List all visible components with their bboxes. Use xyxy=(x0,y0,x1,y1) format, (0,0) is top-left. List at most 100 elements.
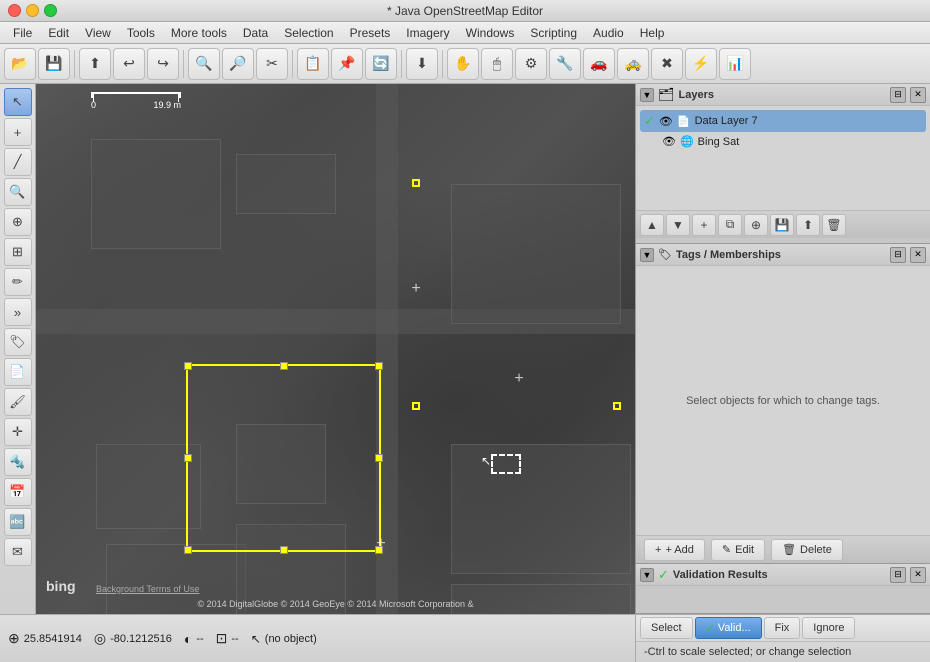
menu-item-help[interactable]: Help xyxy=(632,24,673,42)
delete-button[interactable]: ✖ xyxy=(651,48,683,80)
redo-button[interactable]: ↪ xyxy=(147,48,179,80)
undo-button[interactable]: ↩ xyxy=(113,48,145,80)
chart-button[interactable]: 📊 xyxy=(719,48,751,80)
layers-save-btn[interactable]: 💾 xyxy=(770,214,794,236)
open-file-button[interactable]: 📂 xyxy=(4,48,36,80)
menu-item-file[interactable]: File xyxy=(5,24,40,42)
tags-collapse-btn[interactable]: ▼ xyxy=(640,248,654,262)
checkmark-tab-icon: ✓ xyxy=(706,622,715,635)
layers-detach-btn[interactable]: ⊟ xyxy=(890,87,906,103)
status-heading: ◐ -- xyxy=(184,631,204,647)
status-tab-fix[interactable]: Fix xyxy=(764,617,801,639)
save-button[interactable]: 💾 xyxy=(38,48,70,80)
layers-add-btn[interactable]: + xyxy=(692,214,716,236)
parallel-tool[interactable]: ⊞ xyxy=(4,238,32,266)
layers-merge-btn[interactable]: ⊕ xyxy=(744,214,768,236)
layers-delete-btn[interactable]: 🗑 xyxy=(822,214,846,236)
menu-item-imagery[interactable]: Imagery xyxy=(398,24,457,42)
road-node[interactable] xyxy=(613,402,621,410)
menu-item-data[interactable]: Data xyxy=(235,24,276,42)
select-tool-button[interactable]: 🖱 xyxy=(481,48,513,80)
road-node[interactable] xyxy=(412,402,420,410)
selection-node[interactable] xyxy=(375,362,383,370)
status-lon: ◎ -80.1212516 xyxy=(94,630,172,647)
map-area[interactable]: 0 19.9 m + + + xyxy=(36,84,635,614)
menu-item-scripting[interactable]: Scripting xyxy=(522,24,585,42)
layer-item-bing[interactable]: 👁 🌐 Bing Sat xyxy=(640,132,926,151)
layer-item-data[interactable]: ✓ 👁 📄 Data Layer 7 xyxy=(640,110,926,132)
move-tool[interactable]: ✛ xyxy=(4,418,32,446)
close-button[interactable] xyxy=(8,4,21,17)
edit-icon: ✎ xyxy=(722,543,731,556)
conflict-button[interactable]: ⚡ xyxy=(685,48,717,80)
selection-node[interactable] xyxy=(184,546,192,554)
validation-detach-btn[interactable]: ⊟ xyxy=(890,567,906,583)
minimize-button[interactable] xyxy=(26,4,39,17)
download-button[interactable]: ⬇ xyxy=(406,48,438,80)
selection-node[interactable] xyxy=(280,362,288,370)
layer-active-icon: ✓ xyxy=(644,113,655,129)
menu-item-more-tools[interactable]: More tools xyxy=(163,24,235,42)
refresh-button[interactable]: 🔄 xyxy=(365,48,397,80)
menu-item-windows[interactable]: Windows xyxy=(458,24,523,42)
select3-button[interactable]: 🔧 xyxy=(549,48,581,80)
select-tool[interactable]: ↖ xyxy=(4,88,32,116)
layer-type-icon: 🌐 xyxy=(680,135,694,148)
properties-tool[interactable]: 📄 xyxy=(4,358,32,386)
cut-button[interactable]: ✂ xyxy=(256,48,288,80)
selection-node[interactable] xyxy=(375,454,383,462)
way-tool-button[interactable]: 🚕 xyxy=(617,48,649,80)
menu-item-selection[interactable]: Selection xyxy=(276,24,341,42)
zoom-tool[interactable]: 🔍 xyxy=(4,178,32,206)
selection-node[interactable] xyxy=(184,454,192,462)
traffic-lights xyxy=(8,4,57,17)
tag-editor-tool[interactable]: 🏷 xyxy=(4,328,32,356)
zoom-to-selection-button[interactable]: 🔎 xyxy=(222,48,254,80)
tags-close-btn[interactable]: ✕ xyxy=(910,247,926,263)
node-tool-button[interactable]: 🚗 xyxy=(583,48,615,80)
crosshair: + xyxy=(514,370,523,388)
validation-close-btn[interactable]: ✕ xyxy=(910,567,926,583)
layers-collapse-btn[interactable]: ▼ xyxy=(640,88,654,102)
tags-add-btn[interactable]: + + Add xyxy=(644,539,705,561)
layers-duplicate-btn[interactable]: ⧉ xyxy=(718,214,742,236)
add-node-tool[interactable]: + xyxy=(4,118,32,146)
menu-item-edit[interactable]: Edit xyxy=(40,24,77,42)
validation-collapse-btn[interactable]: ▼ xyxy=(640,568,654,582)
select2-button[interactable]: ⚙ xyxy=(515,48,547,80)
edit-tool[interactable]: ✏ xyxy=(4,268,32,296)
tags-edit-btn[interactable]: ✎ Edit xyxy=(711,539,765,561)
layers-move-down-btn[interactable]: ▼ xyxy=(666,214,690,236)
paint-tool[interactable]: 🖌 xyxy=(4,388,32,416)
status-tab-ignore[interactable]: Ignore xyxy=(802,617,855,639)
status-tab-select[interactable]: Select xyxy=(640,617,693,639)
mail-tool[interactable]: ✉ xyxy=(4,538,32,566)
layers-move-up-btn[interactable]: ▲ xyxy=(640,214,664,236)
tags-detach-btn[interactable]: ⊟ xyxy=(890,247,906,263)
upload-button[interactable]: ⬆ xyxy=(79,48,111,80)
paste-button[interactable]: 📌 xyxy=(331,48,363,80)
layers-close-btn[interactable]: ✕ xyxy=(910,87,926,103)
selection-node[interactable] xyxy=(184,362,192,370)
selection-node[interactable] xyxy=(280,546,288,554)
tools2[interactable]: 🔩 xyxy=(4,448,32,476)
layers-upload-btn[interactable]: ⬆ xyxy=(796,214,820,236)
maximize-button[interactable] xyxy=(44,4,57,17)
menu-item-audio[interactable]: Audio xyxy=(585,24,632,42)
map-terms-link[interactable]: Background Terms of Use xyxy=(96,584,199,594)
search-tool[interactable]: ⊕ xyxy=(4,208,32,236)
zoom-to-layer-button[interactable]: 🔍 xyxy=(188,48,220,80)
road-node[interactable] xyxy=(412,179,420,187)
move-tool-button[interactable]: ✋ xyxy=(447,48,479,80)
copy-button[interactable]: 📋 xyxy=(297,48,329,80)
filter-tool[interactable]: 🔤 xyxy=(4,508,32,536)
menu-item-view[interactable]: View xyxy=(77,24,119,42)
menu-item-presets[interactable]: Presets xyxy=(342,24,399,42)
drag-selection xyxy=(491,454,521,474)
menu-item-tools[interactable]: Tools xyxy=(119,24,163,42)
calendar-tool[interactable]: 📅 xyxy=(4,478,32,506)
tags-delete-btn[interactable]: 🗑 Delete xyxy=(771,539,843,561)
more-tools[interactable]: » xyxy=(4,298,32,326)
status-tab-valid[interactable]: ✓ Valid... xyxy=(695,617,762,639)
draw-way-tool[interactable]: ╱ xyxy=(4,148,32,176)
